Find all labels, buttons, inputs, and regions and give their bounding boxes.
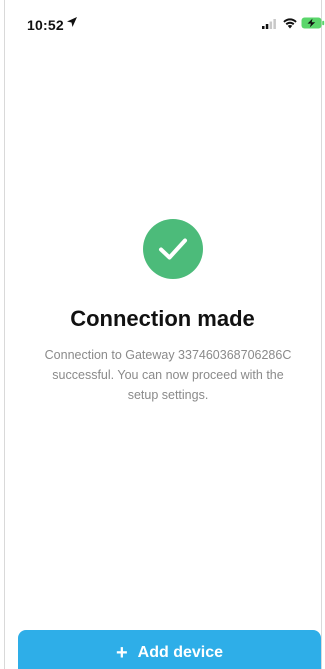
screen: 10:52: [4, 0, 325, 669]
success-icon: [143, 219, 203, 279]
wifi-icon: [283, 18, 297, 29]
add-device-button[interactable]: + Add device: [18, 630, 321, 669]
battery-charging-icon: [301, 17, 325, 29]
status-message: Connection to Gateway 337460368706286C s…: [44, 348, 292, 402]
checkmark-icon: [159, 238, 187, 260]
status-time: 10:52: [27, 17, 64, 33]
plus-icon: +: [115, 642, 128, 664]
add-device-label: Add device: [137, 644, 224, 661]
page-title: Connection made: [70, 306, 255, 331]
location-arrow-icon: [67, 17, 77, 27]
status-bar: 10:52: [5, 0, 325, 44]
signal-icon: [262, 19, 276, 29]
